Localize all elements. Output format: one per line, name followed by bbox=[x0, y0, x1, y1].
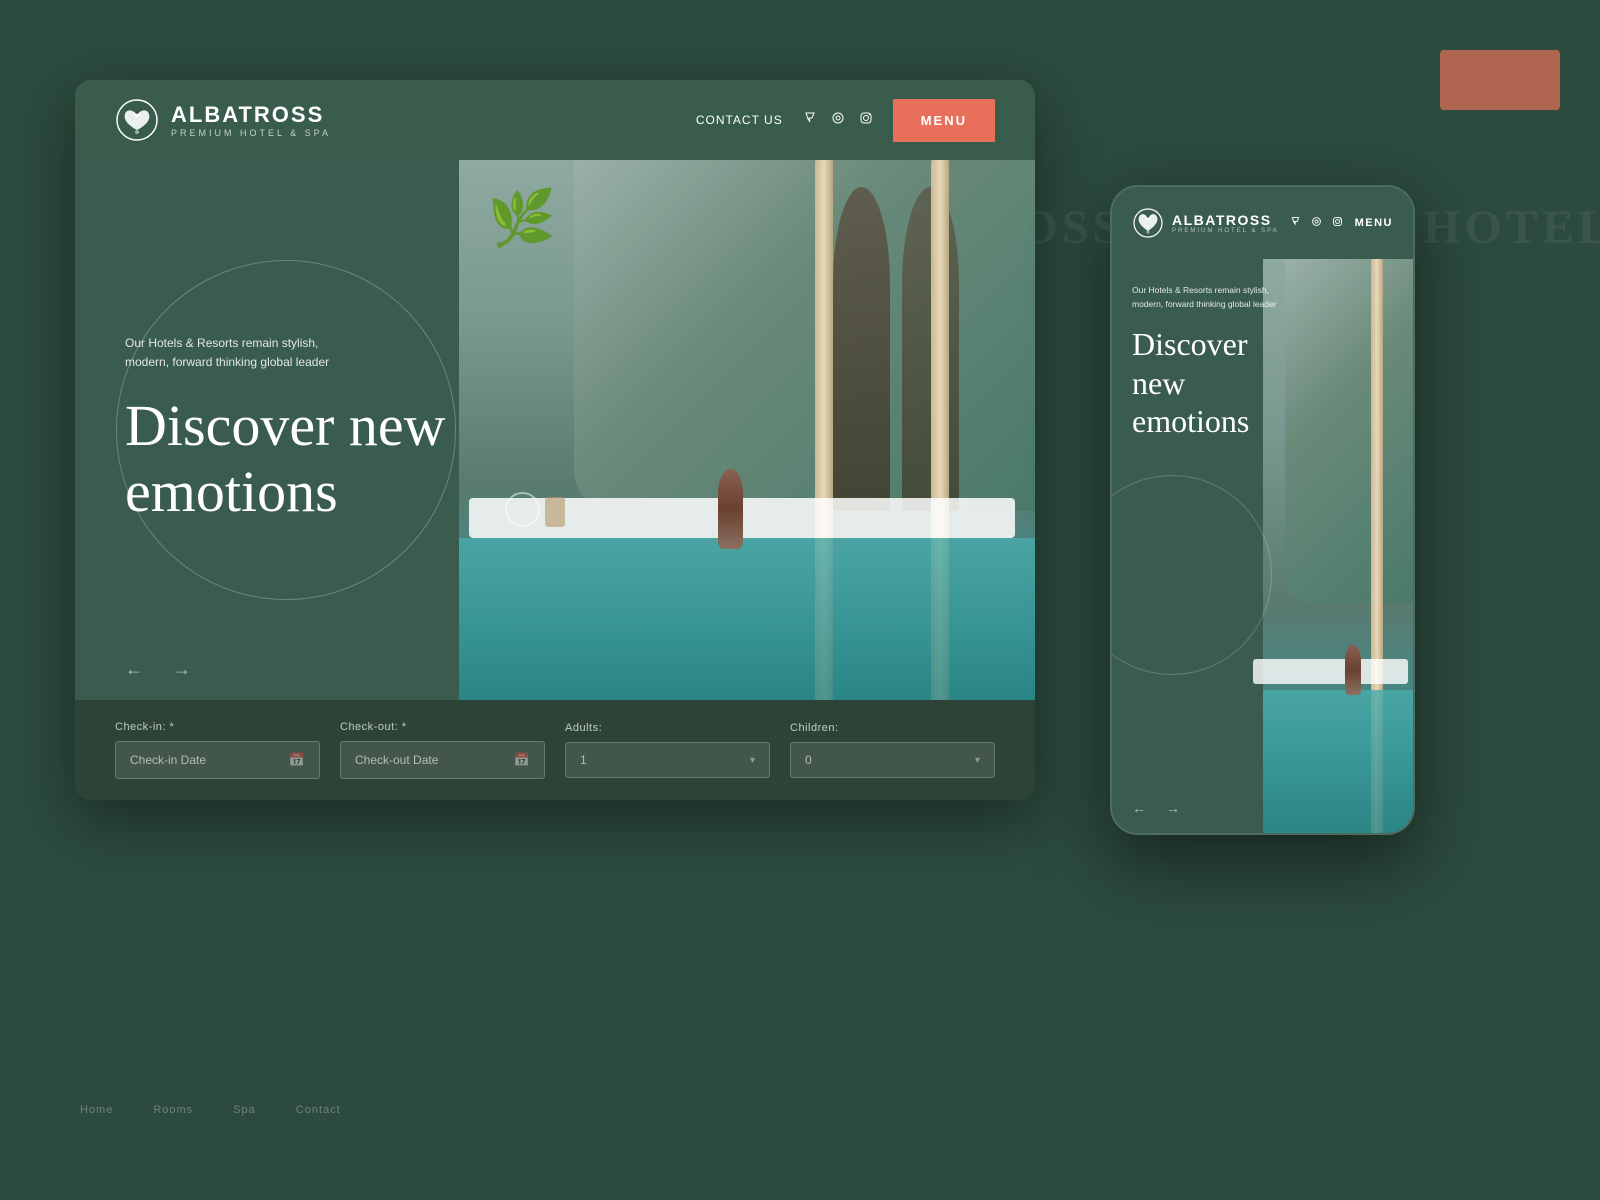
desktop-hero-tagline: Our Hotels & Resorts remain stylish,mode… bbox=[125, 334, 563, 372]
desktop-arrow-left[interactable]: ← bbox=[125, 659, 143, 680]
desktop-slider-arrows: ← → bbox=[125, 659, 191, 680]
bg-nav-item-3: Spa bbox=[233, 1104, 256, 1116]
mobile-heading-line2: emotions bbox=[1132, 403, 1249, 439]
mobile-hero-text: Our Hotels & Resorts remain stylish,mode… bbox=[1112, 259, 1308, 833]
background-bottom-nav: Home Rooms Spa Contact bbox=[0, 1080, 1600, 1140]
adults-field: Adults: 1 ▾ bbox=[565, 722, 770, 778]
adults-chevron-icon: ▾ bbox=[750, 755, 755, 766]
checkin-calendar-icon: 📅 bbox=[289, 752, 305, 768]
desktop-hero: 🌿 Our Hotels & Resorts remain stylish,mo… bbox=[75, 160, 1035, 700]
mobile-logo-text: ALBATROSS PREMIUM HOTEL & SPA bbox=[1172, 212, 1279, 234]
checkin-field: Check-in: * Check-in Date 📅 bbox=[115, 721, 320, 779]
desktop-arrow-right[interactable]: → bbox=[173, 659, 191, 680]
mobile-hero-tagline: Our Hotels & Resorts remain stylish,mode… bbox=[1132, 284, 1288, 311]
background-menu-button bbox=[1440, 50, 1560, 110]
desktop-heading-line1: Discover new bbox=[125, 393, 446, 458]
desktop-logo-icon bbox=[115, 98, 159, 142]
tripadvisor-icon[interactable] bbox=[831, 111, 845, 130]
desktop-heading-line2: emotions bbox=[125, 459, 338, 524]
children-value: 0 bbox=[805, 753, 812, 767]
mobile-logo-icon bbox=[1132, 207, 1164, 239]
desktop-booking-bar: Check-in: * Check-in Date 📅 Check-out: *… bbox=[75, 700, 1035, 800]
desktop-social-icons bbox=[803, 111, 873, 130]
mobile-person-figure bbox=[1345, 645, 1361, 695]
mobile-social-icons bbox=[1290, 216, 1343, 231]
mobile-logo: ALBATROSS PREMIUM HOTEL & SPA bbox=[1132, 207, 1279, 239]
mobile-arrow-right[interactable]: → bbox=[1166, 802, 1180, 818]
checkin-label: Check-in: * bbox=[115, 721, 320, 733]
checkout-field: Check-out: * Check-out Date 📅 bbox=[340, 721, 545, 779]
mobile-slider-arrows: ← → bbox=[1132, 802, 1180, 818]
children-field: Children: 0 ▾ bbox=[790, 722, 995, 778]
bg-nav-item-2: Rooms bbox=[153, 1104, 193, 1116]
checkin-input[interactable]: Check-in Date 📅 bbox=[115, 741, 320, 779]
desktop-nav-right: CONTACT US bbox=[696, 99, 995, 142]
foursquare-icon[interactable] bbox=[803, 111, 817, 130]
mobile-menu-text[interactable]: MENU bbox=[1355, 217, 1393, 229]
desktop-hero-text: Our Hotels & Resorts remain stylish,mode… bbox=[75, 160, 603, 700]
desktop-mockup: ALBATROSS PREMIUM HOTEL & SPA CONTACT US bbox=[75, 80, 1035, 800]
desktop-logo: ALBATROSS PREMIUM HOTEL & SPA bbox=[115, 98, 331, 142]
mobile-mockup: ALBATROSS PREMIUM HOTEL & SPA bbox=[1110, 185, 1415, 835]
desktop-navbar: ALBATROSS PREMIUM HOTEL & SPA CONTACT US bbox=[75, 80, 1035, 160]
adults-select[interactable]: 1 ▾ bbox=[565, 742, 770, 778]
mobile-hero-heading: Discover new emotions bbox=[1132, 325, 1288, 440]
desktop-hero-heading: Discover new emotions bbox=[125, 393, 563, 526]
bg-nav-item-1: Home bbox=[80, 1104, 113, 1116]
checkout-label: Check-out: * bbox=[340, 721, 545, 733]
checkout-calendar-icon: 📅 bbox=[514, 752, 530, 768]
contact-us-link[interactable]: CONTACT US bbox=[696, 113, 783, 127]
mobile-foursquare-icon[interactable] bbox=[1290, 216, 1301, 231]
desktop-menu-button[interactable]: MENU bbox=[893, 99, 995, 142]
children-select[interactable]: 0 ▾ bbox=[790, 742, 995, 778]
mobile-instagram-icon[interactable] bbox=[1332, 216, 1343, 231]
mobile-brand-sub: PREMIUM HOTEL & SPA bbox=[1172, 228, 1279, 234]
mobile-navbar: ALBATROSS PREMIUM HOTEL & SPA bbox=[1112, 187, 1413, 259]
adults-label: Adults: bbox=[565, 722, 770, 734]
desktop-logo-text: ALBATROSS PREMIUM HOTEL & SPA bbox=[171, 102, 331, 138]
desktop-brand-sub: PREMIUM HOTEL & SPA bbox=[171, 128, 331, 138]
adults-value: 1 bbox=[580, 753, 587, 767]
bg-nav-item-4: Contact bbox=[296, 1104, 341, 1116]
instagram-icon[interactable] bbox=[859, 111, 873, 130]
mobile-hero: Our Hotels & Resorts remain stylish,mode… bbox=[1112, 259, 1413, 833]
mobile-tripadvisor-icon[interactable] bbox=[1311, 216, 1322, 231]
children-chevron-icon: ▾ bbox=[975, 755, 980, 766]
mobile-heading-line1: Discover new bbox=[1132, 326, 1248, 400]
checkout-input[interactable]: Check-out Date 📅 bbox=[340, 741, 545, 779]
mobile-nav-right: MENU bbox=[1290, 216, 1393, 231]
mobile-brand-name: ALBATROSS bbox=[1172, 212, 1279, 228]
desktop-brand-name: ALBATROSS bbox=[171, 102, 331, 128]
children-label: Children: bbox=[790, 722, 995, 734]
checkin-placeholder: Check-in Date bbox=[130, 753, 206, 767]
mobile-arrow-left[interactable]: ← bbox=[1132, 802, 1146, 818]
checkout-placeholder: Check-out Date bbox=[355, 753, 438, 767]
person-figure bbox=[718, 469, 743, 549]
